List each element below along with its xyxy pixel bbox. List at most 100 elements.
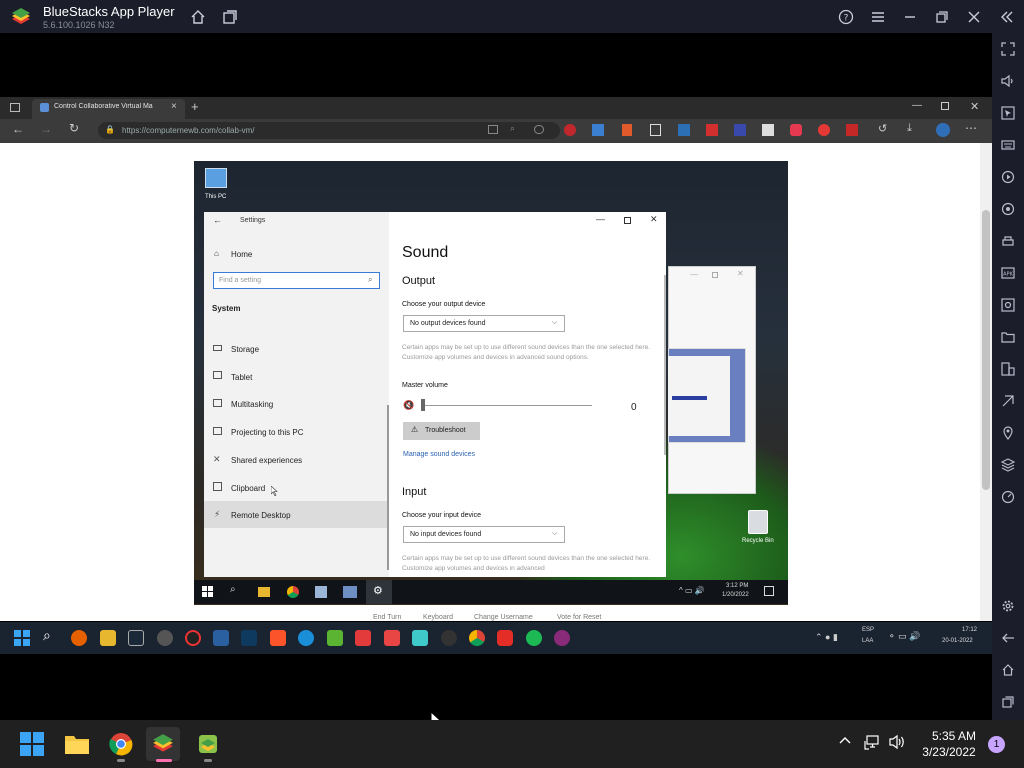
clock-time[interactable]: 5:35 AM [930, 729, 978, 743]
host-spotify-icon[interactable] [526, 630, 542, 646]
host-app6-icon[interactable] [554, 630, 570, 646]
download-icon[interactable]: ⤓ [907, 122, 912, 135]
file-explorer-button[interactable] [60, 727, 94, 761]
android-home-icon[interactable] [997, 659, 1019, 681]
host-firefox-icon[interactable] [71, 630, 87, 646]
host-tray-icons[interactable]: ⌃ ● ▮ [815, 632, 838, 643]
eco-mode-icon[interactable] [997, 390, 1019, 412]
extension-2-icon[interactable] [592, 124, 604, 136]
network-icon[interactable] [864, 734, 880, 750]
tray-chevron-up-icon[interactable] [838, 734, 852, 748]
pointer-icon[interactable] [997, 102, 1019, 124]
host-edge-icon[interactable] [298, 630, 314, 646]
extension-10-icon[interactable] [818, 124, 830, 136]
extension-5-icon[interactable] [678, 124, 690, 136]
edge-restore-icon[interactable] [941, 102, 949, 110]
chrome-button[interactable] [104, 727, 138, 761]
profile-avatar[interactable] [936, 123, 950, 137]
help-icon[interactable]: ? [835, 6, 857, 28]
multi-window-icon[interactable] [997, 358, 1019, 380]
game-controls-icon[interactable] [997, 230, 1019, 252]
menu-icon[interactable] [867, 6, 889, 28]
background-window-close-icon[interactable]: ✕ [737, 269, 744, 278]
extension-6-icon[interactable] [706, 124, 718, 136]
remote-explorer-icon[interactable] [258, 587, 270, 597]
nav-shared-experiences[interactable]: Shared experiences [231, 456, 302, 465]
host-app-icon[interactable] [213, 630, 229, 646]
recycle-bin-icon[interactable] [748, 510, 768, 534]
notification-badge[interactable]: 1 [988, 736, 1005, 753]
bluestacks-button[interactable] [146, 727, 180, 761]
keyboard-icon[interactable] [997, 134, 1019, 156]
extension-4-icon[interactable] [650, 124, 661, 136]
close-icon[interactable] [963, 6, 985, 28]
forward-icon[interactable]: → [40, 122, 52, 136]
recent-apps-icon[interactable] [997, 691, 1019, 713]
settings-minimize-icon[interactable]: — [596, 214, 605, 224]
nav-projecting[interactable]: Projecting to this PC [231, 428, 303, 437]
host-chrome-icon[interactable] [469, 630, 485, 646]
host-app3-icon[interactable] [384, 630, 400, 646]
host-explorer-icon[interactable] [100, 630, 116, 646]
input-device-dropdown[interactable]: No input devices found ⌵ [403, 526, 565, 543]
nav-remote-desktop[interactable]: Remote Desktop [231, 511, 291, 520]
zoom-icon[interactable]: ⌕ [510, 123, 515, 134]
volume-slider-track[interactable] [424, 405, 592, 406]
scrollbar-thumb[interactable] [982, 210, 990, 490]
host-app4-icon[interactable] [412, 630, 428, 646]
restore-icon[interactable] [931, 6, 953, 28]
macro-icon[interactable] [997, 166, 1019, 188]
sync-icon[interactable] [997, 198, 1019, 220]
nav-storage[interactable]: Storage [231, 345, 259, 354]
host-steam-icon[interactable] [128, 630, 144, 646]
edge-close-icon[interactable]: ✕ [970, 100, 979, 113]
host-app2-icon[interactable] [355, 630, 371, 646]
extension-3-icon[interactable] [622, 124, 632, 136]
vote-reset-link[interactable]: Vote for Reset [557, 614, 601, 621]
nav-multitasking[interactable]: Multitasking [231, 400, 273, 409]
settings-gear-icon[interactable] [997, 595, 1019, 617]
extension-7-icon[interactable] [734, 124, 746, 136]
folder-icon[interactable] [997, 326, 1019, 348]
layers-icon[interactable] [997, 454, 1019, 476]
tab-close-icon[interactable]: × [171, 101, 177, 112]
fullscreen-icon[interactable] [997, 38, 1019, 60]
remote-start-icon[interactable] [202, 586, 213, 597]
host-brave-icon[interactable] [270, 630, 286, 646]
reader-icon[interactable] [488, 125, 498, 134]
host-lang[interactable]: ESP [862, 627, 874, 633]
host-record-icon[interactable] [185, 630, 201, 646]
start-button[interactable] [15, 727, 49, 761]
collapse-sidebar-icon[interactable] [996, 6, 1018, 28]
background-window-restore-icon[interactable] [712, 272, 718, 278]
multi-instance-icon[interactable] [219, 6, 241, 28]
favorites-star-icon[interactable] [534, 125, 544, 134]
change-username-link[interactable]: Change Username [474, 614, 533, 621]
extension-8-icon[interactable] [762, 124, 774, 136]
background-window-minimize-icon[interactable]: — [690, 270, 698, 279]
settings-scrollbar[interactable] [664, 275, 666, 455]
remote-chrome-icon[interactable] [287, 586, 299, 598]
speaker-icon[interactable] [889, 734, 907, 750]
remote-tray-icons[interactable]: ^ ▭ 🔊 [679, 586, 705, 595]
back-arrow-icon[interactable] [997, 627, 1019, 649]
extension-1-icon[interactable] [564, 124, 576, 136]
host-lang2[interactable]: LAA [862, 638, 873, 644]
keyboard-link[interactable]: Keyboard [423, 614, 453, 621]
screenshot-icon[interactable] [997, 294, 1019, 316]
edge-minimize-icon[interactable]: — [912, 100, 922, 111]
remote-app2-icon[interactable] [343, 586, 357, 598]
more-icon[interactable]: ⋯ [965, 121, 977, 135]
this-pc-icon[interactable] [205, 168, 227, 188]
bluestacks-multi-instance-button[interactable] [191, 727, 225, 761]
host-youtube-icon[interactable] [497, 630, 513, 646]
refresh-icon[interactable]: ↻ [69, 121, 79, 135]
volume-icon[interactable] [997, 70, 1019, 92]
manage-sound-devices-link[interactable]: Manage sound devices [403, 451, 475, 458]
nav-clipboard[interactable]: Clipboard [231, 484, 265, 493]
history-icon[interactable]: ↺ [878, 122, 887, 135]
host-obs-icon[interactable] [157, 630, 173, 646]
settings-restore-icon[interactable] [624, 217, 631, 224]
extension-11-icon[interactable] [846, 124, 858, 136]
nav-scrollbar[interactable] [387, 405, 389, 570]
